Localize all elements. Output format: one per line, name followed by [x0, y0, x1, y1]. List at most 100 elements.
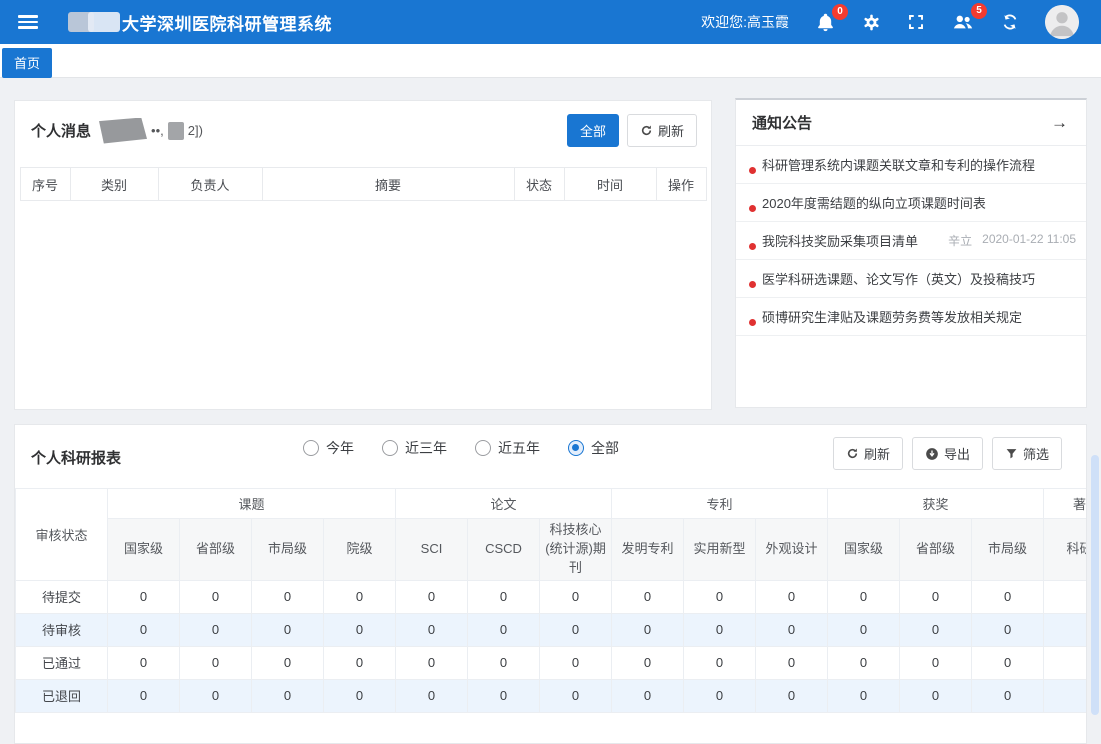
report-cell: 0: [540, 679, 612, 712]
notice-meta: 辛立2020-01-22 11:05: [948, 232, 1076, 249]
notice-item[interactable]: 硕博研究生津贴及课题劳务费等发放相关规定: [736, 298, 1086, 336]
radio-label: 全部: [591, 438, 619, 458]
report-row-待审核: 待审核0000000000000: [16, 613, 1088, 646]
notice-item[interactable]: 我院科技奖励采集项目清单 辛立2020-01-22 11:05: [736, 222, 1086, 260]
report-column-header: 国家级: [108, 519, 180, 581]
report-group-header: 著: [1044, 489, 1087, 519]
report-row-label: 待提交: [16, 580, 108, 613]
report-cell: 0: [108, 613, 180, 646]
notice-panel: 通知公告 → 科研管理系统内课题关联文章和专利的操作流程2020年度需结题的纵向…: [735, 98, 1087, 408]
report-column-header: 实用新型: [684, 519, 756, 581]
redacted-logo: [68, 12, 120, 32]
notice-text: 2020年度需结题的纵向立项课题时间表: [762, 193, 986, 212]
red-dot-icon: [749, 167, 756, 174]
report-cell: 0: [324, 580, 396, 613]
report-cell: 0: [828, 613, 900, 646]
report-export-button[interactable]: 导出: [912, 437, 983, 470]
messages-column-header: 类别: [70, 168, 158, 201]
messages-column-header: 时间: [564, 168, 656, 201]
arrow-right-icon[interactable]: →: [1051, 113, 1068, 133]
notice-time: 2020-01-22 11:05: [982, 232, 1076, 249]
radio-近五年[interactable]: 近五年: [475, 438, 540, 458]
sync-icon[interactable]: [1001, 13, 1019, 31]
redacted-blob: [99, 118, 147, 144]
report-column-header: 科技核心(统计源)期刊: [540, 519, 612, 581]
scrollbar-thumb[interactable]: [1091, 455, 1099, 715]
radio-circle-icon: [475, 440, 491, 456]
radio-今年[interactable]: 今年: [303, 438, 354, 458]
report-range-radios: 今年 近三年 近五年 全部: [303, 438, 619, 458]
report-cell: 0: [828, 679, 900, 712]
report-cell: 0: [756, 679, 828, 712]
report-cell: 0: [684, 580, 756, 613]
report-cell: 0: [756, 580, 828, 613]
notice-item[interactable]: 医学科研选课题、论文写作（英文）及投稿技巧: [736, 260, 1086, 298]
notification-bell-icon[interactable]: 0: [815, 12, 836, 33]
report-cell: 0: [324, 613, 396, 646]
report-group-header: 专利: [612, 489, 828, 519]
users-badge: 5: [971, 3, 987, 19]
refresh-icon: [846, 447, 859, 460]
red-dot-icon: [749, 243, 756, 250]
radio-label: 近五年: [498, 438, 540, 458]
report-cell: 0: [180, 679, 252, 712]
messages-column-header: 操作: [656, 168, 706, 201]
report-cell: 0: [684, 679, 756, 712]
report-cell: 0: [900, 679, 972, 712]
radio-全部[interactable]: 全部: [568, 438, 619, 458]
report-cell: 0: [252, 646, 324, 679]
report-column-header: 国家级: [828, 519, 900, 581]
report-cell: 0: [180, 613, 252, 646]
report-cell: 0: [900, 580, 972, 613]
user-avatar[interactable]: [1045, 5, 1079, 39]
report-cell: 0: [396, 613, 468, 646]
messages-refresh-button[interactable]: 刷新: [627, 114, 697, 147]
report-cell: [1044, 679, 1087, 712]
report-column-header: 外观设计: [756, 519, 828, 581]
app-title: 大学深圳医院科研管理系统: [122, 10, 332, 35]
report-column-header: 科研: [1044, 519, 1087, 581]
users-icon[interactable]: 5: [951, 11, 975, 33]
notice-text: 科研管理系统内课题关联文章和专利的操作流程: [762, 155, 1035, 174]
report-cell: 0: [828, 646, 900, 679]
report-cell: 0: [540, 646, 612, 679]
report-table-head: 审核状态课题论文专利获奖著国家级省部级市局级院级SCICSCD科技核心(统计源)…: [16, 489, 1088, 581]
report-refresh-button[interactable]: 刷新: [833, 437, 903, 470]
report-cell: 0: [252, 613, 324, 646]
report-table: 审核状态课题论文专利获奖著国家级省部级市局级院级SCICSCD科技核心(统计源)…: [15, 488, 1087, 713]
messages-table: 序号类别负责人摘要状态时间操作: [20, 167, 707, 201]
report-cell: 0: [396, 580, 468, 613]
messages-column-header: 负责人: [158, 168, 262, 201]
notice-item[interactable]: 科研管理系统内课题关联文章和专利的操作流程: [736, 146, 1086, 184]
red-dot-icon: [749, 205, 756, 212]
messages-column-header: 序号: [20, 168, 70, 201]
bell-badge: 0: [832, 4, 848, 20]
notice-item[interactable]: 2020年度需结题的纵向立项课题时间表: [736, 184, 1086, 222]
notice-text: 我院科技奖励采集项目清单: [762, 231, 918, 250]
report-row-label: 已通过: [16, 646, 108, 679]
report-filter-button[interactable]: 筛选: [992, 437, 1062, 470]
all-filter-button[interactable]: 全部: [567, 114, 619, 147]
report-table-body: 待提交0000000000000待审核0000000000000已通过00000…: [16, 580, 1088, 712]
report-cell: 0: [612, 646, 684, 679]
fullscreen-icon[interactable]: [907, 13, 925, 31]
report-cell: 0: [612, 679, 684, 712]
top-header-bar: 大学深圳医院科研管理系统 欢迎您:高玉霞 0 5: [0, 0, 1101, 44]
gear-icon[interactable]: [862, 13, 881, 32]
report-cell: 0: [900, 646, 972, 679]
report-cell: 0: [540, 613, 612, 646]
report-row-label: 已退回: [16, 679, 108, 712]
report-cell: 0: [972, 679, 1044, 712]
notice-text: 医学科研选课题、论文写作（英文）及投稿技巧: [762, 269, 1035, 288]
notice-text: 硕博研究生津贴及课题劳务费等发放相关规定: [762, 307, 1022, 326]
report-cell: 0: [972, 646, 1044, 679]
report-cell: 0: [684, 646, 756, 679]
messages-panel-title: 个人消息 ••, 2]): [31, 118, 203, 144]
hamburger-menu-icon[interactable]: [18, 15, 38, 29]
report-row-label: 待审核: [16, 613, 108, 646]
radio-近三年[interactable]: 近三年: [382, 438, 447, 458]
tab-home[interactable]: 首页: [2, 48, 52, 78]
report-cell: [1044, 646, 1087, 679]
report-cell: 0: [396, 679, 468, 712]
radio-circle-icon: [568, 440, 584, 456]
